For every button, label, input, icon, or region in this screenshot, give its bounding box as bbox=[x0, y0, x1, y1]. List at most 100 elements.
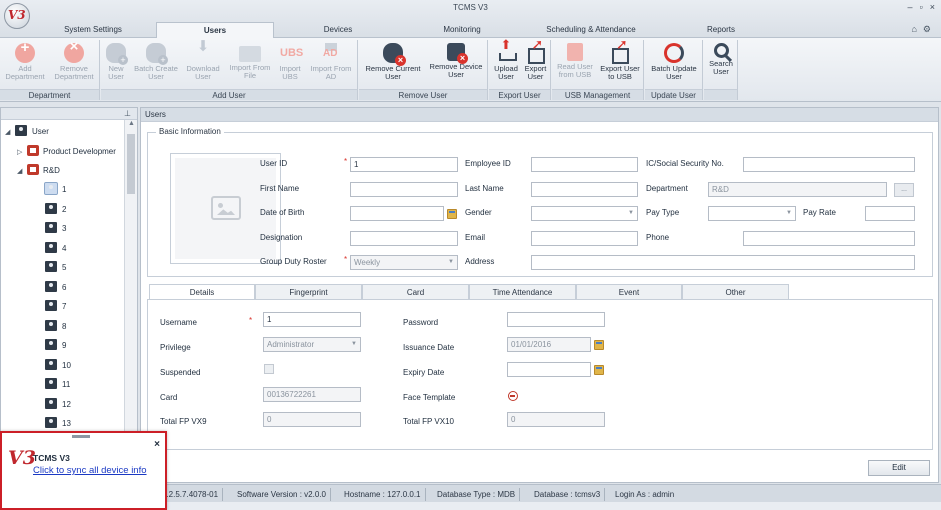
password-input[interactable] bbox=[507, 312, 605, 327]
tree-user-7[interactable]: 7 bbox=[45, 299, 66, 315]
username-input[interactable]: 1 bbox=[263, 312, 361, 327]
calendar-icon[interactable] bbox=[447, 209, 457, 219]
export-user-to-usb-button[interactable]: Export User to USB bbox=[597, 40, 643, 88]
expiry-date-input[interactable] bbox=[507, 362, 591, 377]
tree-group-rnd[interactable]: ◢ R&D bbox=[17, 163, 60, 179]
tree-user-10[interactable]: 10 bbox=[45, 358, 71, 374]
batch-create-user-button[interactable]: Batch Create User bbox=[131, 40, 181, 88]
new-user-button[interactable]: New User bbox=[103, 40, 129, 88]
download-user-label: Download User bbox=[186, 64, 220, 81]
user-id-input[interactable]: 1 bbox=[350, 157, 458, 172]
address-input[interactable] bbox=[531, 255, 915, 270]
privilege-select[interactable]: Administrator ▼ bbox=[263, 337, 361, 352]
tree-group-product-development[interactable]: ▷ Product Developmer bbox=[17, 144, 116, 160]
tab-other[interactable]: Other bbox=[682, 284, 789, 300]
department-input[interactable]: R&D bbox=[708, 182, 887, 197]
settings-dropdown-icon[interactable]: ⚙ bbox=[923, 24, 931, 35]
pin-icon[interactable]: ⊥ bbox=[124, 109, 131, 118]
tab-fingerprint[interactable]: Fingerprint bbox=[255, 284, 362, 300]
card-input[interactable]: 00136722261 bbox=[263, 387, 361, 402]
first-name-label: First Name bbox=[260, 184, 300, 193]
last-name-input[interactable] bbox=[531, 182, 638, 197]
date-of-birth-input[interactable] bbox=[350, 206, 444, 221]
status-build: 3.2.5.7.4078-01 bbox=[158, 488, 224, 501]
export-user-button[interactable]: Export User bbox=[521, 40, 550, 88]
designation-input[interactable] bbox=[350, 231, 458, 246]
tree-user-3[interactable]: 3 bbox=[45, 221, 66, 237]
issuance-date-input[interactable]: 01/01/2016 bbox=[507, 337, 591, 352]
tree-user-11[interactable]: 11 bbox=[45, 377, 70, 393]
tree-user-12[interactable]: 12 bbox=[45, 397, 71, 413]
user-node-icon bbox=[45, 300, 57, 311]
close-icon[interactable]: × bbox=[154, 439, 160, 450]
pay-rate-input[interactable] bbox=[865, 206, 915, 221]
face-template-remove-icon[interactable] bbox=[508, 391, 518, 401]
pay-type-select[interactable]: ▼ bbox=[708, 206, 796, 221]
collapse-ribbon-icon[interactable]: ⌂ bbox=[911, 24, 916, 35]
total-fp-vx9-input[interactable]: 0 bbox=[263, 412, 361, 427]
remove-current-user-button[interactable]: Remove Current User bbox=[361, 40, 425, 88]
download-user-button[interactable]: Download User bbox=[182, 40, 224, 88]
import-from-ad-button[interactable]: Import From AD bbox=[306, 40, 356, 88]
tab-devices[interactable]: Devices bbox=[290, 22, 386, 38]
user-node-icon bbox=[45, 417, 57, 428]
app-logo: V3 bbox=[8, 447, 36, 469]
tab-system-settings[interactable]: System Settings bbox=[40, 22, 146, 38]
tab-card[interactable]: Card bbox=[362, 284, 469, 300]
suspended-checkbox[interactable] bbox=[264, 364, 274, 374]
minimize-icon[interactable]: – bbox=[908, 2, 913, 12]
tree-user-4[interactable]: 4 bbox=[45, 241, 66, 257]
tree-scrollbar[interactable]: ▲ bbox=[124, 120, 137, 483]
tab-time-attendance[interactable]: Time Attendance bbox=[469, 284, 576, 300]
department-browse-button[interactable]: ... bbox=[894, 183, 914, 197]
first-name-input[interactable] bbox=[350, 182, 458, 197]
user-id-label: User ID bbox=[260, 159, 288, 168]
employee-id-input[interactable] bbox=[531, 157, 638, 172]
sync-devices-link[interactable]: Click to sync all device info bbox=[33, 465, 147, 476]
edit-button[interactable]: Edit bbox=[868, 460, 930, 476]
calendar-icon[interactable] bbox=[594, 365, 604, 375]
tree-user-8[interactable]: 8 bbox=[45, 319, 66, 335]
remove-device-user-label: Remove Device User bbox=[429, 62, 483, 79]
add-department-button[interactable]: Add Department bbox=[2, 40, 48, 88]
window-controls: – ▫ × bbox=[908, 2, 935, 12]
import-ubs-button[interactable]: UBS Import UBS bbox=[275, 40, 305, 88]
scroll-thumb[interactable] bbox=[127, 134, 135, 194]
tree-user-5[interactable]: 5 bbox=[45, 260, 66, 276]
tab-reports[interactable]: Reports bbox=[684, 22, 758, 38]
privilege-value: Administrator bbox=[267, 340, 315, 349]
tab-monitoring[interactable]: Monitoring bbox=[414, 22, 510, 38]
collapse-arrow-icon[interactable]: ◢ bbox=[17, 164, 27, 180]
tree-user-1[interactable]: 1 bbox=[44, 182, 66, 198]
expand-arrow-icon[interactable]: ▷ bbox=[17, 145, 27, 161]
gender-select[interactable]: ▼ bbox=[531, 206, 638, 221]
group-duty-roster-select[interactable]: Weekly ▼ bbox=[350, 255, 458, 270]
tree-user-6[interactable]: 6 bbox=[45, 280, 66, 296]
total-fp-vx10-input[interactable]: 0 bbox=[507, 412, 605, 427]
batch-update-user-button[interactable]: Batch Update User bbox=[647, 40, 701, 88]
email-input[interactable] bbox=[531, 231, 638, 246]
tree-user-13[interactable]: 13 bbox=[45, 416, 71, 432]
maximize-icon[interactable]: ▫ bbox=[920, 2, 923, 12]
group-icon bbox=[27, 164, 39, 175]
ic-social-security-input[interactable] bbox=[743, 157, 915, 172]
search-user-button[interactable]: Search User bbox=[706, 40, 736, 88]
tab-event[interactable]: Event bbox=[576, 284, 682, 300]
upload-user-button[interactable]: Upload User bbox=[491, 40, 521, 88]
remove-device-user-button[interactable]: Remove Device User bbox=[425, 40, 487, 88]
tree-root-user[interactable]: ◢ User bbox=[5, 124, 49, 140]
collapse-arrow-icon[interactable]: ◢ bbox=[5, 125, 15, 141]
remove-department-button[interactable]: Remove Department bbox=[50, 40, 98, 88]
close-icon[interactable]: × bbox=[930, 2, 935, 12]
phone-input[interactable] bbox=[743, 231, 915, 246]
import-from-file-button[interactable]: Import From File bbox=[225, 40, 275, 88]
tab-users[interactable]: Users bbox=[156, 22, 274, 38]
scroll-up-icon[interactable]: ▲ bbox=[125, 120, 138, 127]
calendar-icon[interactable] bbox=[594, 340, 604, 350]
read-user-from-usb-button[interactable]: Read User from USB bbox=[554, 40, 596, 88]
tab-details[interactable]: Details bbox=[149, 284, 255, 300]
tab-scheduling-attendance[interactable]: Scheduling & Attendance bbox=[528, 22, 654, 38]
tree-user-9[interactable]: 9 bbox=[45, 338, 66, 354]
tree-user-2[interactable]: 2 bbox=[45, 202, 66, 218]
popup-grip[interactable] bbox=[72, 435, 90, 438]
